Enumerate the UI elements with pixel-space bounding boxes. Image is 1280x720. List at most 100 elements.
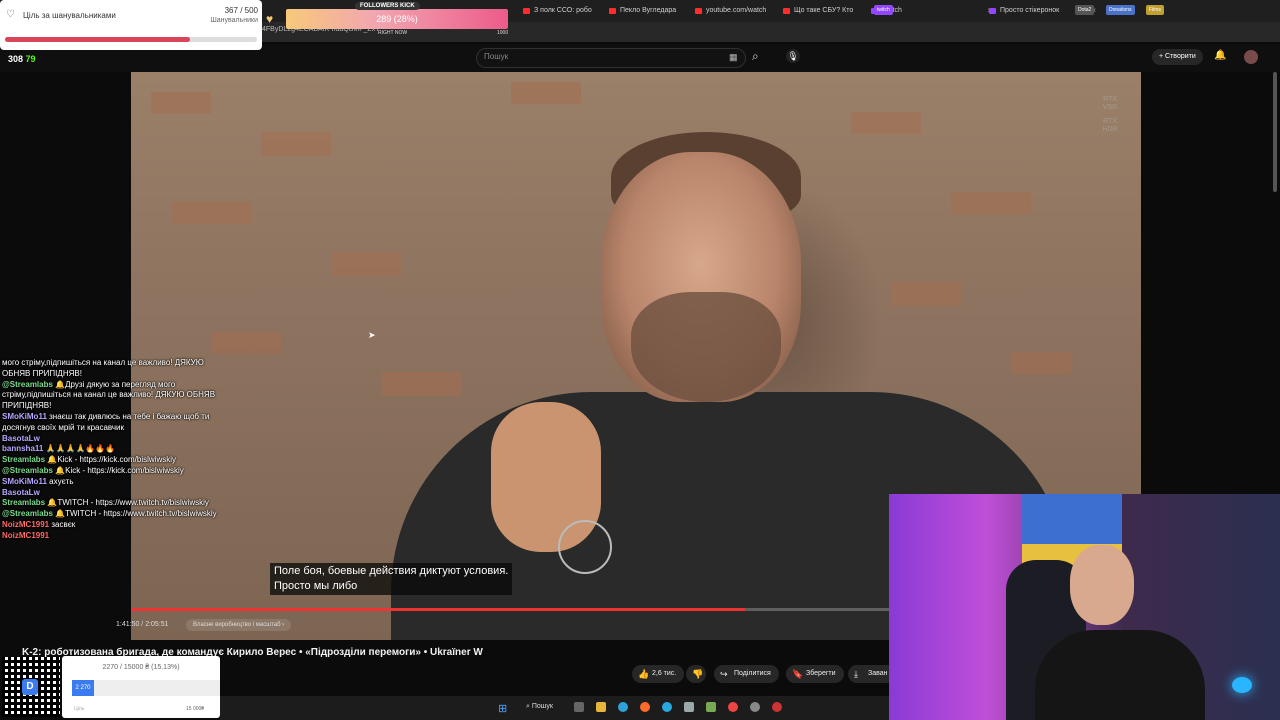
rtx-hdr-badge: RTX HDR	[1102, 118, 1118, 133]
chat-message: BasotaLw	[2, 488, 232, 499]
chat-text: засвєк	[51, 519, 76, 529]
goal-subtitle: Шанувальники	[210, 17, 258, 24]
search-icon[interactable]: ⌕	[752, 49, 759, 64]
viewer-count-1: 308	[8, 54, 24, 64]
app-icon[interactable]	[684, 702, 694, 712]
obs-icon[interactable]	[772, 702, 782, 712]
chat-username: BasotaLw	[2, 433, 40, 443]
chat-text: 🔔Kick - https://kick.com/bislwiwskiy	[55, 465, 184, 475]
tab-favicon-icon	[609, 8, 616, 14]
donation-progress-track	[72, 680, 220, 696]
followers-value: 289 (28%)	[376, 14, 418, 24]
chat-username: NoizMC1991	[2, 530, 50, 540]
telegram-icon[interactable]	[662, 702, 672, 712]
microphone-icon[interactable]: 🎙	[786, 49, 800, 63]
chapter-label: Власне виробництво і масштаб	[193, 622, 281, 628]
browser-tab[interactable]: З полк ССО: робо×	[520, 3, 616, 19]
chat-username: SMoKiMo11	[2, 411, 50, 421]
tab-favicon-icon	[783, 8, 790, 14]
taskbar	[220, 696, 889, 720]
goal-current: 367	[224, 6, 238, 15]
windows-start-icon[interactable]: ⊞	[498, 702, 507, 715]
donation-title: 2270 / 15000 ₴ (15.13%)	[102, 664, 180, 671]
heart-icon: ♡	[6, 9, 15, 20]
chat-text: 🙏🙏🙏🙏🔥🔥🔥	[45, 444, 116, 454]
edge-icon[interactable]	[618, 702, 628, 712]
chat-username: BasotaLw	[2, 487, 40, 497]
keyboard-icon[interactable]: ▦	[729, 52, 738, 63]
chat-message: мого стріму,підпишіться на канал це важл…	[2, 358, 232, 380]
tab-label: Просто стікеронок	[1000, 7, 1060, 14]
task-view-icon[interactable]	[574, 702, 584, 712]
followers-title: FOLLOWERS KICK	[355, 2, 420, 10]
time-display: 1:41:50 / 2:05:51	[116, 621, 169, 628]
dislike-button[interactable]: 👎	[686, 665, 706, 683]
chat-text: мого стріму,підпишіться на канал це важл…	[2, 358, 204, 378]
scrollbar[interactable]	[1273, 72, 1277, 192]
avatar[interactable]	[1244, 50, 1258, 64]
rtx-badge: RTX VSR RTX HDR	[1101, 96, 1119, 134]
goal-count: 367 / 500	[224, 6, 258, 15]
thumbs-up-icon: 👍	[638, 669, 650, 679]
subtitles: Поле боя, боевые действия диктуют услови…	[270, 563, 513, 595]
search-input[interactable]	[476, 48, 746, 68]
download-label: Заван	[868, 670, 888, 677]
chat-username: SMoKiMo11	[2, 476, 50, 486]
tab-favicon-icon	[523, 8, 530, 14]
taskbar-search-label: Пошук	[531, 703, 553, 710]
firefox-icon[interactable]	[640, 702, 650, 712]
tab-favicon-icon	[695, 8, 702, 14]
share-button[interactable]: ↪ Поділитися	[714, 665, 779, 683]
chat-message: Streamlabs 🔔TWITCH - https://www.twitch.…	[2, 498, 232, 509]
browser-tab[interactable]: Пекло Вугледара×	[606, 3, 702, 19]
chat-username: Streamlabs	[2, 498, 48, 508]
bookmark-icon: 🔖	[792, 669, 804, 679]
taskbar-search[interactable]: ⌕ Пошук	[526, 703, 553, 711]
followers-right-now: RIGHT NOW	[378, 30, 408, 36]
goal-max: 500	[244, 6, 258, 15]
chat-username: @Streamlabs	[2, 465, 56, 475]
like-button[interactable]: 👍 2,6 тис.	[632, 665, 685, 683]
thumbs-down-icon: 👎	[692, 669, 704, 679]
create-button[interactable]: + Створити	[1152, 49, 1203, 65]
chat-message: bannsha11 🙏🙏🙏🙏🔥🔥🔥	[2, 444, 232, 455]
browser-tab[interactable]: Що таке СБУ? Кто×	[780, 3, 878, 19]
tab-favicon-icon	[989, 8, 996, 14]
lamp-glow	[1232, 677, 1252, 693]
chat-text: 🔔TWITCH - https://www.twitch.tv/bislwiws…	[47, 498, 209, 508]
subtitle-line-2: Просто мы либо	[274, 580, 358, 592]
chat-message: BasotaLw	[2, 434, 232, 445]
bookmark-chip[interactable]: twitch	[874, 5, 893, 15]
heart-icon: ♥	[266, 12, 274, 26]
goal-progress-fill	[5, 37, 190, 42]
file-explorer-icon[interactable]	[596, 702, 606, 712]
goal-label: Ціль за шанувальниками	[23, 11, 116, 20]
chat-message: @Streamlabs 🔔Друзі дякую за перегляд мог…	[2, 380, 232, 412]
viewer-count-2: 79	[25, 54, 36, 64]
bookmark-chip[interactable]: Dota2	[1075, 5, 1095, 15]
followers-max: 1000	[497, 30, 509, 36]
settings-gear-icon[interactable]	[750, 702, 760, 712]
chrome-icon[interactable]	[728, 702, 738, 712]
tab-label: Що таке СБУ? Кто	[794, 7, 854, 14]
chat-message: NoizMC1991	[2, 531, 232, 542]
chapter-button[interactable]: Власне виробництво і масштаб ›	[186, 619, 292, 631]
save-button[interactable]: 🔖 Зберегти	[786, 665, 844, 683]
app-icon[interactable]	[706, 702, 716, 712]
person-beard	[631, 292, 781, 402]
save-label: Зберегти	[806, 670, 836, 677]
progress-fill[interactable]	[131, 608, 745, 611]
donation-goal-label: Ціль	[74, 706, 85, 712]
chat-message: SMoKiMo11 знаєш так дивлюсь на тебе і ба…	[2, 412, 232, 434]
viewer-count: 308 79	[8, 54, 36, 64]
bookmark-chip[interactable]: Donations	[1106, 5, 1135, 15]
chat-username: @Streamlabs	[2, 509, 56, 519]
chat-message: Streamlabs 🔔Kick - https://kick.com/bisl…	[2, 455, 232, 466]
share-label: Поділитися	[734, 670, 771, 677]
tab-label: Пекло Вугледара	[620, 7, 677, 14]
streamer-head	[1070, 545, 1134, 625]
notifications-bell-icon[interactable]: 🔔	[1214, 50, 1226, 61]
bookmark-chip[interactable]: Films	[1146, 5, 1164, 15]
search-placeholder: Пошук	[484, 52, 509, 61]
browser-tab[interactable]: youtube.com/watch×	[692, 3, 790, 19]
